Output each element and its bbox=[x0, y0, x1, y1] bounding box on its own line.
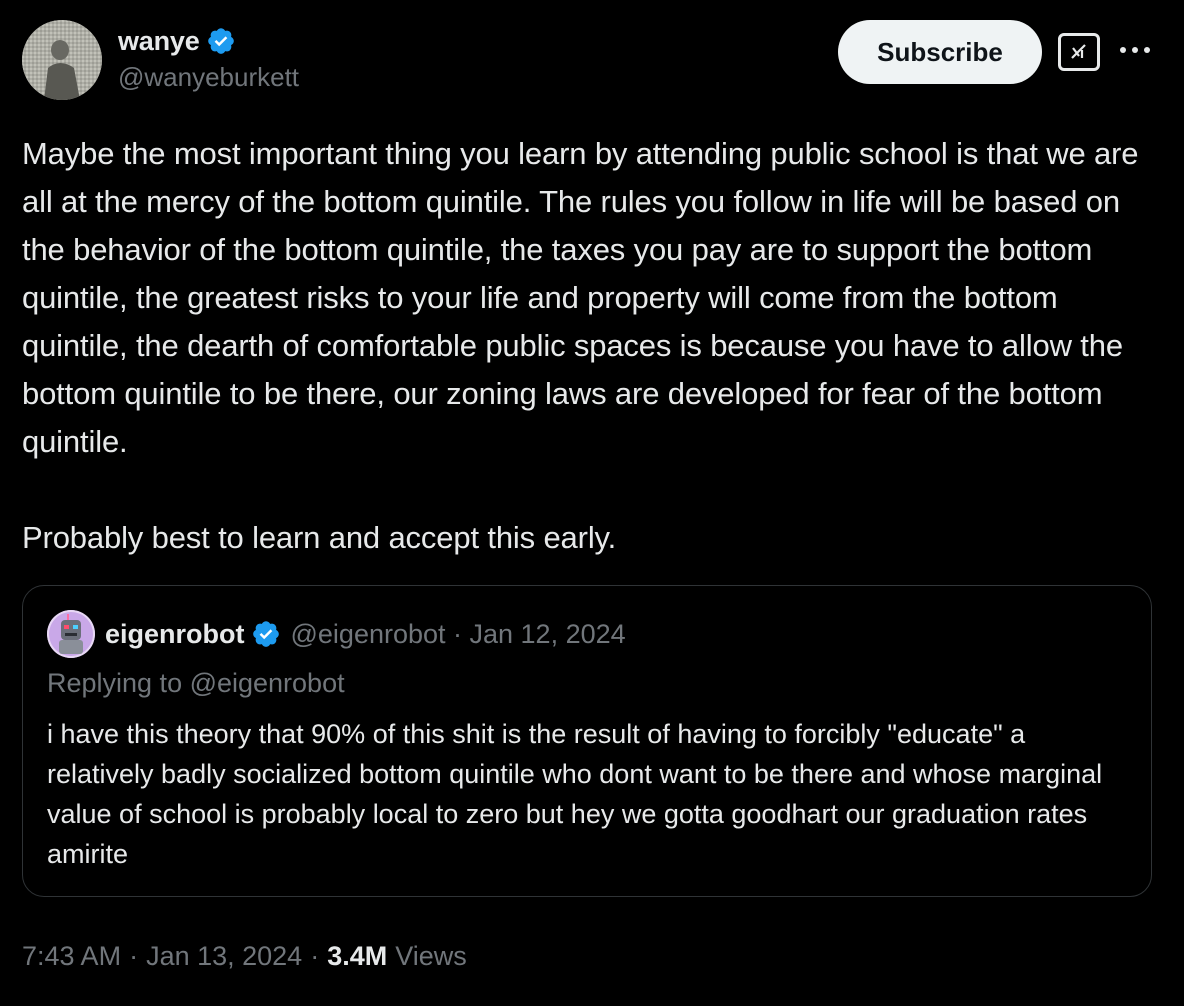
verified-badge-icon[interactable] bbox=[206, 26, 236, 56]
views-label: Views bbox=[395, 940, 467, 971]
separator: · bbox=[310, 940, 320, 971]
separator: · bbox=[129, 940, 139, 971]
replying-to: Replying to @eigenrobot bbox=[47, 668, 345, 698]
quoted-tweet-meta: @eigenrobot · Jan 12, 2024 bbox=[290, 618, 626, 649]
tweet-header: wanye @wanyeburkett Subscribe bbox=[22, 20, 1162, 100]
author-avatar[interactable] bbox=[22, 20, 102, 100]
author-name-row: wanye bbox=[118, 24, 299, 58]
quoted-tweet-text: i have this theory that 90% of this shit… bbox=[47, 719, 1103, 869]
more-icon[interactable] bbox=[1115, 30, 1155, 70]
verified-badge-icon[interactable] bbox=[251, 619, 281, 649]
tweet-paragraph: Maybe the most important thing you learn… bbox=[22, 136, 1139, 459]
tweet-time[interactable]: 7:43 AM bbox=[22, 941, 121, 972]
tweet-date[interactable]: Jan 13, 2024 bbox=[146, 941, 302, 972]
author-display-name[interactable]: wanye bbox=[118, 26, 200, 57]
subscribe-button[interactable]: Subscribe bbox=[838, 20, 1042, 84]
views-count[interactable]: 3.4M bbox=[327, 941, 387, 972]
author-handle[interactable]: @wanyeburkett bbox=[118, 62, 299, 93]
quoted-author-avatar[interactable] bbox=[47, 610, 95, 658]
grok-icon[interactable] bbox=[1058, 33, 1100, 71]
quoted-author-display-name[interactable]: eigenrobot bbox=[105, 619, 245, 650]
quoted-tweet-card[interactable]: eigenrobot @eigenrobot · Jan 12, 2024 Re… bbox=[22, 585, 1152, 897]
tweet-paragraph: Probably best to learn and accept this e… bbox=[22, 520, 617, 555]
quoted-tweet-header: eigenrobot @eigenrobot · Jan 12, 2024 bbox=[47, 610, 626, 658]
tweet-footer: 7:43 AM · Jan 13, 2024 · 3.4M Views bbox=[22, 934, 467, 978]
author-info: wanye @wanyeburkett bbox=[118, 24, 299, 93]
tweet-body: Maybe the most important thing you learn… bbox=[22, 130, 1162, 562]
